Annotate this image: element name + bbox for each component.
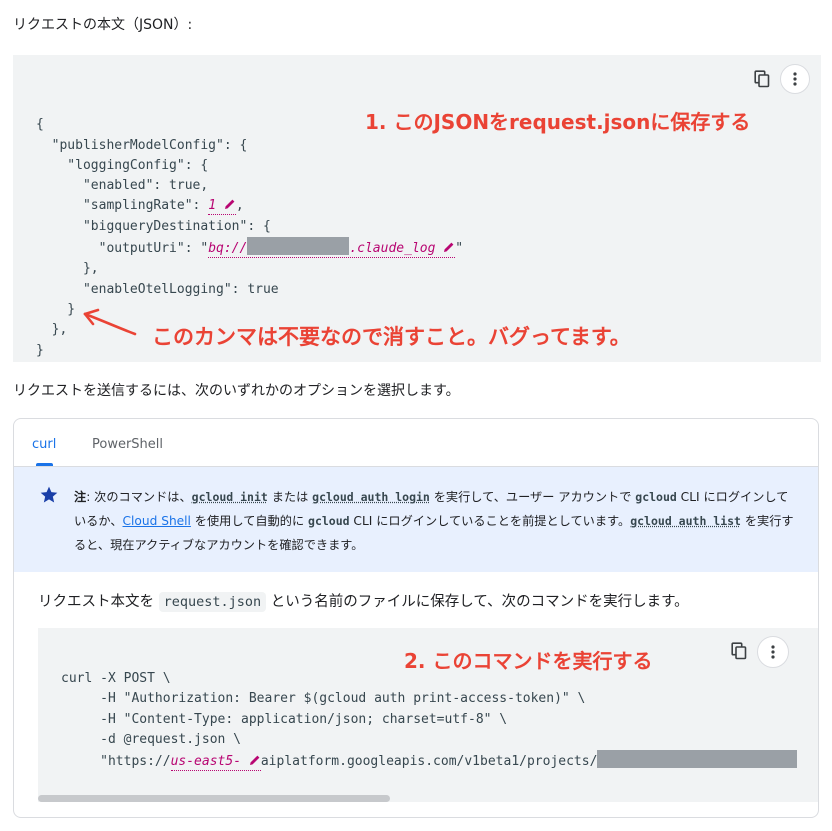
horizontal-scrollbar[interactable] [38,795,390,802]
tab-powershell[interactable]: PowerShell [92,437,163,452]
copy-icon [754,70,770,88]
more-vert-icon [793,72,797,86]
code-line: } [36,342,44,358]
editable-variable[interactable]: us-east5- [170,754,261,772]
instruction-text: リクエスト本文を [38,594,159,610]
code-line: curl -X POST \ [61,671,171,686]
code-text: "samplingRate": [36,198,209,214]
code-text: , [235,198,244,214]
code-gcloud-init[interactable]: gcloud init [192,490,268,504]
note-text-part: を実行して、ユーザー アカウントで [429,490,636,504]
variable-value: bq:// [208,241,248,257]
code-line: -d @request.json \ [61,731,242,747]
code-line: "enableOtelLogging": true [36,281,279,297]
code-line: }, [36,261,99,277]
more-vert-icon [771,645,775,659]
code-line: "https://us-east5- aiplatform.googleapis… [61,750,798,772]
code-line: { [36,117,44,133]
request-options-card: curl PowerShell 注: 次のコマンドは、gcloud init ま… [13,418,819,818]
variable-value: .claude_log [349,241,436,257]
code-line: } [36,301,76,317]
pencil-icon [249,755,260,766]
note-text-part: または [267,490,313,504]
code-gcloud: gcloud [635,490,677,504]
note-text-part: : 次のコマンドは、 [86,490,192,504]
editable-variable[interactable]: 1 [208,198,236,216]
tab-curl[interactable]: curl [32,437,56,452]
code-line: "samplingRate": 1 , [36,198,244,216]
note-label: 注 [74,490,87,504]
note-text-part: を使用して自動的に [190,514,309,528]
code-line: "publisherModelConfig": { [36,137,248,153]
code-line: "outputUri": "bq:// .claude_log " [36,237,464,259]
code-text: aiplatform.googleapis.com/v1beta1/projec… [260,754,598,770]
code-gcloud-auth-list[interactable]: gcloud auth list [630,514,741,528]
note-text: 注: 次のコマンドは、gcloud init または gcloud auth l… [74,485,794,557]
code-text: "https:// [61,754,171,770]
cloud-shell-link[interactable]: Cloud Shell [123,514,191,528]
code-gcloud-auth-login[interactable]: gcloud auth login [312,490,430,504]
more-options-button[interactable] [780,64,810,94]
variable-value: us-east5- [170,754,242,770]
editable-variable[interactable]: bq:// .claude_log [208,237,456,259]
code-text: "outputUri": " [36,241,209,257]
redacted-area [597,750,798,769]
section-heading: リクエストの本文（JSON）: [13,17,193,33]
note-box: 注: 次のコマンドは、gcloud init または gcloud auth l… [14,467,818,572]
filename-code: request.json [158,592,267,612]
instruction-text: という名前のファイルに保存して、次のコマンドを実行します。 [266,594,689,610]
copy-button[interactable] [724,636,754,666]
copy-button[interactable] [747,64,777,94]
curl-command: curl -X POST \ -H "Authorization: Bearer… [61,669,798,772]
code-gcloud: gcloud [308,514,350,528]
curl-code-block: 2. このコマンドを実行する curl -X POST \ -H "Author… [38,628,818,802]
redacted-area [247,237,350,256]
instruction-paragraph: リクエスト本文を request.json という名前のファイルに保存して、次の… [38,590,689,612]
annotation-save-json: 1. このJSONをrequest.jsonに保存する [365,110,751,134]
variable-value: 1 [208,198,217,214]
code-text: " [455,241,464,257]
pencil-icon [444,242,454,253]
note-text-part: CLI にログインしていることを前提としています。 [349,514,631,528]
arrow-icon [83,308,137,336]
copy-icon [731,642,747,660]
star-icon [40,486,58,503]
annotation-comma-note: このカンマは不要なので消すこと。バグってます。 [152,325,631,349]
code-line: "enabled": true, [36,178,209,194]
code-line: -H "Content-Type: application/json; char… [61,711,508,727]
code-line: "loggingConfig": { [36,157,209,173]
pencil-icon [224,200,235,210]
code-line: -H "Authorization: Bearer $(gcloud auth … [61,691,586,707]
code-line: }, [36,322,68,338]
code-line: "bigqueryDestination": { [36,218,271,234]
options-paragraph: リクエストを送信するには、次のいずれかのオプションを選択します。 [13,383,460,399]
json-code-block: { "publisherModelConfig": { "loggingConf… [13,55,821,362]
more-options-button[interactable] [757,636,789,668]
